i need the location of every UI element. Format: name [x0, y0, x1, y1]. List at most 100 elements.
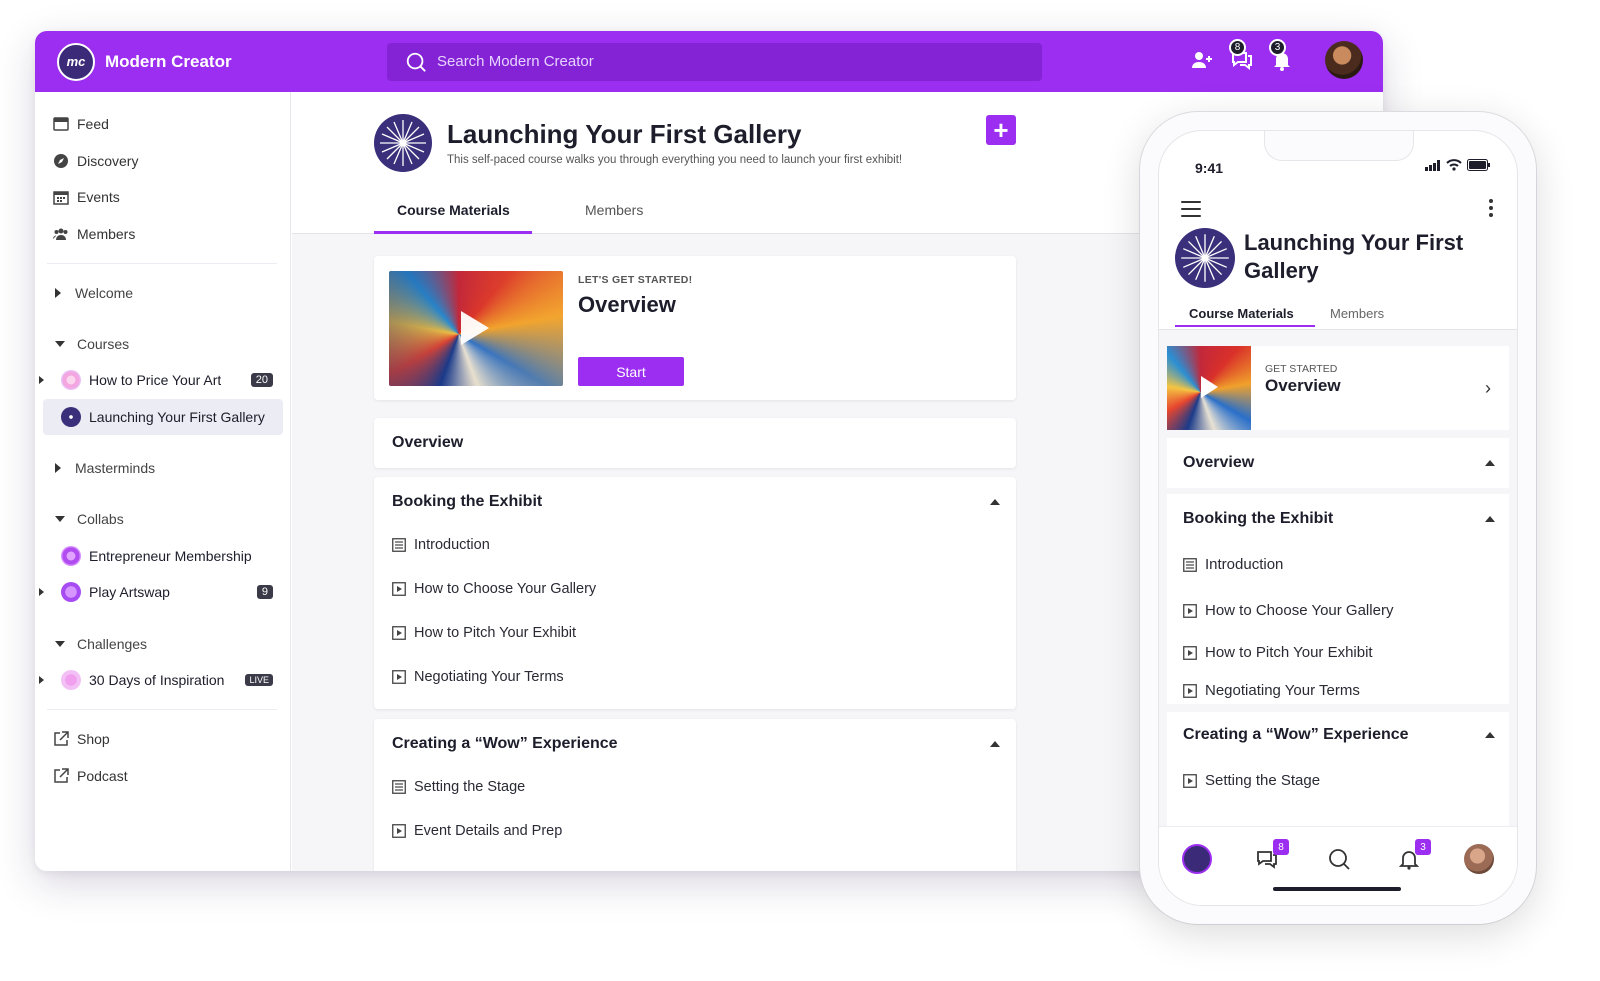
sidebar-link-podcast[interactable]: Podcast [53, 768, 128, 784]
sidebar-group-welcome[interactable]: Welcome [55, 285, 133, 301]
nav-profile-button[interactable] [1463, 843, 1495, 875]
section-title[interactable]: Booking the Exhibit [1183, 510, 1333, 528]
course-starburst-icon [374, 114, 432, 172]
lesson-item[interactable]: Negotiating Your Terms [1183, 682, 1360, 699]
lesson-item[interactable]: Setting the Stage [1183, 772, 1320, 789]
notifications-badge: 3 [1269, 39, 1286, 56]
group-label: Masterminds [75, 460, 156, 476]
add-user-icon [1192, 52, 1212, 68]
phone-hero-card[interactable]: GET STARTED Overview › [1167, 346, 1509, 430]
collapse-icon[interactable] [990, 499, 1000, 505]
collapse-icon[interactable] [1485, 732, 1495, 738]
sidebar-divider [47, 263, 277, 264]
invite-user-button[interactable] [1187, 45, 1217, 75]
lesson-item[interactable]: Introduction [392, 537, 490, 553]
hero-card: LET'S GET STARTED! Overview Start [374, 256, 1016, 400]
page-title: Launching Your First Gallery [447, 119, 802, 149]
hero-title: Overview [578, 292, 676, 317]
sidebar-item-events[interactable]: Events [53, 189, 120, 205]
messages-button[interactable]: 8 [1227, 39, 1257, 75]
section-title: Overview [1183, 454, 1255, 471]
collapse-icon[interactable] [1485, 516, 1495, 522]
sidebar-item-feed[interactable]: Feed [53, 116, 109, 132]
phone-mockup: 9:41 Launching Your First Gallery Course… [1140, 112, 1536, 924]
top-bar: mc Modern Creator Search Modern Creator … [35, 31, 1383, 92]
phone-page-title: Launching Your First Gallery [1244, 230, 1464, 283]
search-input[interactable]: Search Modern Creator [437, 53, 594, 70]
collapse-icon[interactable] [990, 741, 1000, 747]
add-button[interactable]: + [986, 115, 1016, 145]
sidebar-item-launching-gallery[interactable]: Launching Your First Gallery [43, 399, 283, 435]
chevron-right-icon [55, 288, 61, 298]
lesson-item[interactable]: How to Pitch Your Exhibit [392, 625, 576, 641]
chevron-down-icon [55, 516, 65, 522]
sidebar-divider [47, 709, 277, 710]
search-bar[interactable]: Search Modern Creator [387, 42, 1042, 81]
user-avatar[interactable] [1325, 41, 1363, 79]
more-options-icon[interactable] [1489, 199, 1493, 220]
lesson-item[interactable]: How to Choose Your Gallery [1183, 602, 1393, 619]
sidebar-group-collabs[interactable]: Collabs [55, 511, 124, 527]
section-booking-exhibit: Booking the Exhibit Introduction How to … [374, 477, 1016, 709]
sidebar-group-courses[interactable]: Courses [55, 336, 129, 352]
course-starburst-icon [1175, 228, 1235, 288]
messages-badge: 8 [1273, 839, 1289, 855]
text-lesson-icon [392, 780, 406, 794]
hero-eyebrow: GET STARTED [1265, 363, 1338, 375]
brand[interactable]: mc Modern Creator [57, 42, 387, 81]
sidebar-item-label: Launching Your First Gallery [89, 409, 265, 425]
sidebar-item-members[interactable]: Members [53, 226, 135, 242]
lesson-item[interactable]: Event Details and Prep [392, 823, 562, 839]
video-thumbnail[interactable] [389, 271, 563, 386]
video-lesson-icon [1183, 645, 1197, 660]
hamburger-menu-icon[interactable] [1181, 201, 1201, 222]
section-title[interactable]: Creating a “Wow” Experience [1183, 726, 1409, 744]
lesson-item[interactable]: Introduction [1183, 556, 1283, 573]
video-lesson-icon [1183, 603, 1197, 618]
sidebar-item-entrepreneur-membership[interactable]: Entrepreneur Membership [43, 538, 283, 574]
nav-messages-button[interactable]: 8 [1251, 839, 1289, 875]
group-label: Collabs [77, 511, 124, 527]
lesson-item[interactable]: Negotiating Your Terms [392, 669, 564, 685]
group-label: Welcome [75, 285, 134, 301]
section-title[interactable]: Booking the Exhibit [392, 493, 542, 511]
video-lesson-icon [392, 824, 406, 838]
sidebar-group-masterminds[interactable]: Masterminds [55, 460, 155, 476]
unread-indicator-icon [39, 376, 44, 384]
challenge-avatar [61, 670, 81, 690]
play-icon [1201, 376, 1218, 398]
video-thumbnail[interactable] [1167, 346, 1251, 430]
start-button[interactable]: Start [578, 357, 684, 386]
lesson-item[interactable]: How to Pitch Your Exhibit [1183, 644, 1373, 661]
sidebar-item-price-your-art[interactable]: How to Price Your Art 20 [39, 362, 283, 398]
sidebar-item-label: Entrepreneur Membership [89, 548, 252, 564]
sidebar-group-challenges[interactable]: Challenges [55, 636, 147, 652]
brand-name: Modern Creator [105, 51, 232, 71]
tab-members[interactable]: Members [585, 202, 643, 218]
section-title[interactable]: Creating a “Wow” Experience [392, 735, 618, 753]
sidebar-item-30-days-inspiration[interactable]: 30 Days of Inspiration LIVE [39, 662, 283, 698]
status-icons [1425, 159, 1491, 171]
people-icon [53, 228, 68, 240]
sidebar-item-label: How to Price Your Art [89, 372, 222, 388]
signal-icon [1425, 159, 1440, 171]
nav-home-button[interactable] [1181, 843, 1213, 875]
collapse-icon[interactable] [1485, 460, 1495, 466]
lesson-item[interactable]: How to Choose Your Gallery [392, 581, 596, 597]
sidebar-item-play-artswap[interactable]: Play Artswap 9 [39, 574, 283, 610]
phone-section-overview[interactable]: Overview [1167, 438, 1509, 488]
notifications-button[interactable]: 3 [1267, 39, 1297, 75]
sidebar-item-discovery[interactable]: Discovery [53, 153, 138, 169]
phone-tab-course-materials[interactable]: Course Materials [1189, 306, 1294, 321]
sidebar-link-shop[interactable]: Shop [53, 731, 110, 747]
active-tab-indicator [374, 231, 532, 234]
chevron-right-icon [55, 463, 61, 473]
sidebar-item-label: Podcast [77, 768, 128, 784]
hero-title: Overview [1265, 376, 1341, 395]
tab-course-materials[interactable]: Course Materials [397, 202, 510, 218]
lesson-item[interactable]: Setting the Stage [392, 779, 525, 795]
nav-notifications-button[interactable]: 3 [1393, 839, 1431, 875]
section-overview[interactable]: Overview [374, 418, 1016, 468]
phone-tab-members[interactable]: Members [1330, 306, 1384, 321]
nav-search-button[interactable] [1323, 843, 1355, 875]
